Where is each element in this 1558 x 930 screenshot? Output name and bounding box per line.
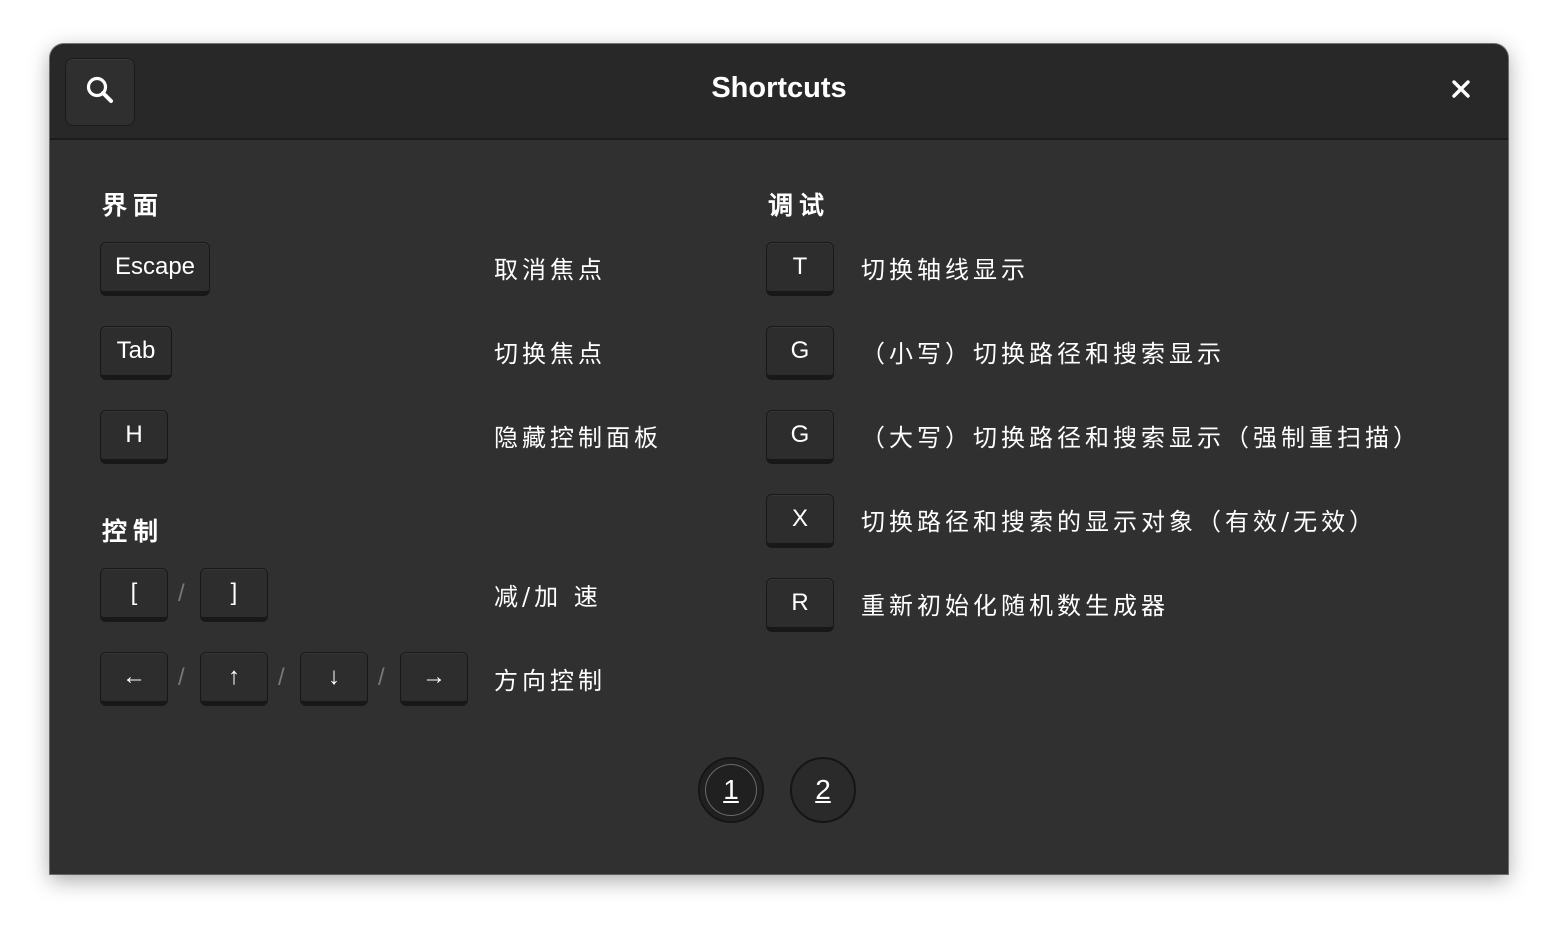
shortcut-description: 切换焦点 <box>494 340 606 368</box>
section-title-control: 控制 <box>102 517 165 546</box>
key-arrow-down: ↓ <box>300 652 368 706</box>
key-separator: / <box>178 580 185 607</box>
key-g-upper: G <box>766 410 834 464</box>
key-g-lower: G <box>766 326 834 380</box>
shortcut-description: （小写）切换路径和搜索显示 <box>861 340 1225 368</box>
shortcut-description: （大写）切换路径和搜索显示（强制重扫描） <box>861 424 1421 452</box>
page-button-1[interactable]: 1 <box>698 757 764 823</box>
close-icon <box>1452 80 1470 102</box>
shortcut-description: 重新初始化随机数生成器 <box>861 592 1169 620</box>
header-bar: Shortcuts <box>50 44 1508 140</box>
key-t: T <box>766 242 834 296</box>
shortcut-description: 隐藏控制面板 <box>494 424 662 452</box>
shortcuts-window: Shortcuts 界面 Escape 取消焦点 Tab 切换焦点 H 隐藏控制… <box>50 44 1508 874</box>
section-title-interface: 界面 <box>102 191 165 220</box>
key-arrow-up: ↑ <box>200 652 268 706</box>
key-x: X <box>766 494 834 548</box>
key-arrow-right: → <box>400 652 468 706</box>
page-button-2[interactable]: 2 <box>790 757 856 823</box>
window-title: Shortcuts <box>711 72 847 104</box>
key-bracket-left: [ <box>100 568 168 622</box>
key-h: H <box>100 410 168 464</box>
key-separator: / <box>378 664 385 691</box>
section-title-debug: 调试 <box>768 191 831 220</box>
key-tab: Tab <box>100 326 172 380</box>
key-bracket-right: ] <box>200 568 268 622</box>
shortcut-description: 减/加 速 <box>494 583 602 611</box>
key-arrow-left: ← <box>100 652 168 706</box>
shortcut-description: 切换路径和搜索的显示对象（有效/无效） <box>861 508 1378 536</box>
key-separator: / <box>178 664 185 691</box>
close-button[interactable] <box>1444 74 1478 108</box>
shortcut-description: 取消焦点 <box>494 256 606 284</box>
shortcut-description: 方向控制 <box>494 667 606 695</box>
shortcut-description: 切换轴线显示 <box>861 256 1029 284</box>
key-r: R <box>766 578 834 632</box>
key-escape: Escape <box>100 242 210 296</box>
key-separator: / <box>278 664 285 691</box>
